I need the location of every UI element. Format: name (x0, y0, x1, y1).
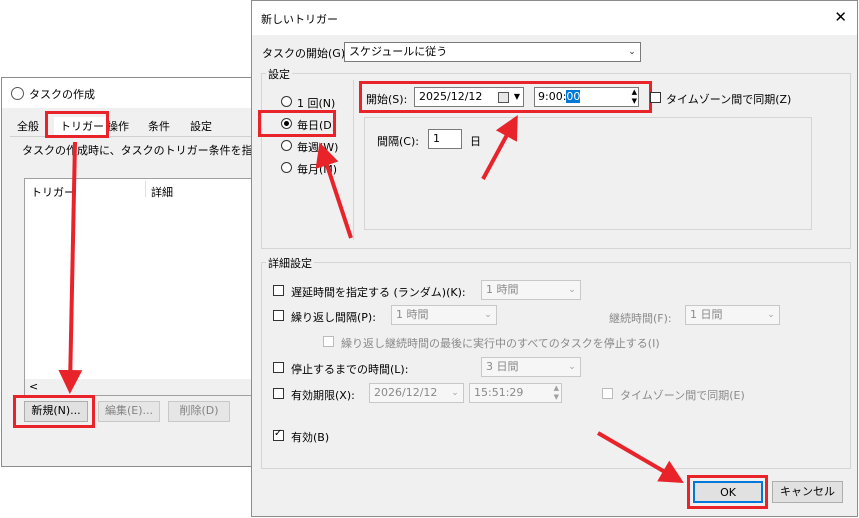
annotation-arrows (58, 114, 684, 484)
arrow-to-start-row (481, 114, 518, 180)
arrow-to-daily-radio (315, 142, 353, 239)
arrow-to-new-button (58, 141, 83, 394)
arrow-to-ok-button (596, 431, 684, 484)
